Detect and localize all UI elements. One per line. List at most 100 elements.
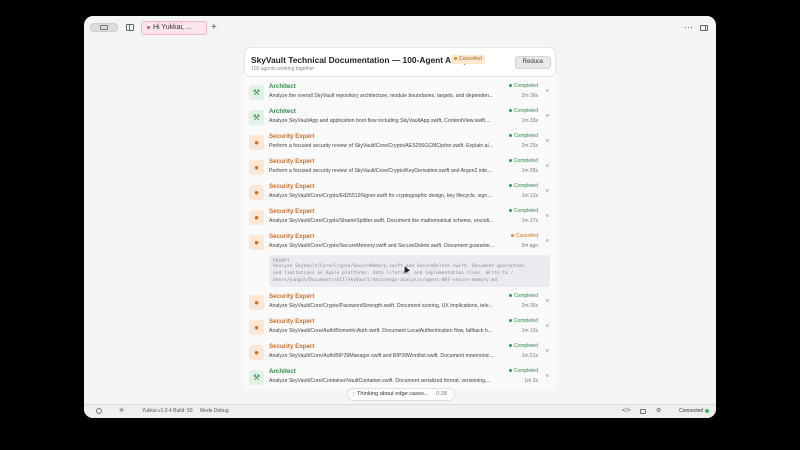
chevron-down-icon[interactable]: ˅ [545,373,549,381]
agent-role: Security Expert [269,293,315,300]
prompt-line: and limitations on Apple platforms, data… [273,271,514,276]
app-window: Hi Yukkai, ... + ··· SkyVault Technical … [84,16,716,418]
card-header: SkyVault Technical Documentation — 100-A… [244,47,556,77]
agent-row[interactable]: ● Security Expert Analyze SkyVault/Core/Cr… [244,205,556,230]
agent-role: Security Expert [269,208,315,215]
agent-status: Completed [508,158,538,164]
agent-status-label: Completed [513,108,538,114]
chevron-down-icon[interactable]: ˅ [545,213,549,221]
chevron-down-icon[interactable]: ˅ [545,138,549,146]
agent-status: Cancelled [510,233,538,239]
status-dot-icon [508,319,512,323]
agent-row[interactable]: ⚒ Architect Analyze SkyVault/Core/Containe… [244,365,556,390]
agent-row[interactable]: ● Security Expert Analyze SkyVault/Core/Au… [244,340,556,365]
agent-duration: 1m 2s [524,378,538,384]
hammer-icon: ⚒ [249,110,264,125]
agent-role: Security Expert [269,183,315,190]
chevron-up-icon[interactable]: ˄ [545,238,549,246]
agent-role: Security Expert [269,318,315,325]
chevron-down-icon[interactable]: ˅ [545,88,549,96]
person-icon: ● [249,235,264,250]
hammer-icon: ⚒ [249,370,264,385]
new-tab-button[interactable]: + [211,21,217,35]
agent-task: Perform a focused security review of Sky… [269,168,492,174]
person-icon: ● [249,210,264,225]
status-dot-icon [508,159,512,163]
agent-task: Analyze SkyVault/Core/Auth/BIP39Manager.… [269,353,494,359]
agent-status-label: Completed [513,208,538,214]
prompt-line: Users/yungsh/Documents/GIT/SkyVault/docs… [273,278,498,283]
agent-row[interactable]: ⚒ Architect Analyze SkyVaultApp and applic… [244,105,556,130]
status-badge-label: Cancelled [459,56,483,62]
agent-status: Completed [508,133,538,139]
app-version: Yukkai v1.0.4 Build: 50 [142,408,193,414]
agent-status: Completed [508,208,538,214]
bug-icon[interactable]: ✲ [119,405,124,418]
chevron-down-icon[interactable]: ˅ [545,348,549,356]
status-circle-icon[interactable] [96,408,102,414]
status-dot-icon [510,234,514,238]
agent-row[interactable]: ⚒ Architect Analyze the overall SkyVault r… [244,80,556,105]
person-icon: ● [249,160,264,175]
sidebar-switcher-button[interactable] [90,23,118,32]
agent-role: Architect [269,108,296,115]
agent-status: Completed [508,318,538,324]
agent-role: Architect [269,368,296,375]
chevron-down-icon[interactable]: ˅ [545,298,549,306]
agent-row[interactable]: ● Security Expert Analyze SkyVault/Core/Cr… [244,180,556,205]
more-options-icon[interactable]: ··· [684,21,693,33]
tab-label: Hi Yukkai, ... [153,24,192,31]
agent-status: Completed [508,293,538,299]
reduce-button[interactable]: Reduce [515,56,551,69]
agent-status-label: Completed [513,343,538,349]
window-icon [100,25,108,30]
status-dot-icon [508,84,512,88]
status-dot-icon [454,57,457,61]
code-icon[interactable]: </> [622,405,631,418]
agent-duration: 1m 33s [521,118,538,124]
person-icon: ● [249,345,264,360]
person-icon: ● [249,185,264,200]
person-icon: ● [249,295,264,310]
status-dot-icon [508,344,512,348]
agent-task: Perform a focused security review of Sky… [269,143,495,149]
build-mode: Mode Debug [200,408,229,414]
gear-icon[interactable]: ⚙ [656,405,661,418]
agent-task: Analyze SkyVault/Core/Crypto/Ed25519Sign… [269,193,492,199]
tab-chat[interactable]: Hi Yukkai, ... [141,21,207,35]
chevron-down-icon[interactable]: ˅ [545,188,549,196]
status-bar: ✲ Yukkai v1.0.4 Build: 50 Mode Debug </>… [84,404,716,418]
person-icon: ● [249,320,264,335]
chevron-down-icon[interactable]: ˅ [545,323,549,331]
agent-duration: 1m 51s [521,353,538,359]
status-dot-icon [508,294,512,298]
status-badge: Cancelled [451,55,486,64]
agent-status: Completed [508,183,538,189]
agent-task: Analyze SkyVault/Core/Crypto/ShamirSplit… [269,218,494,224]
person-icon: ● [249,135,264,150]
agent-status-label: Completed [513,318,538,324]
agent-duration: 2m 36s [521,93,538,99]
agent-duration: 2m 36s [521,303,538,309]
card-subtitle: 100 agents working together [251,66,315,72]
agent-list: ⚒ Architect Analyze the overall SkyVault r… [244,80,556,390]
terminal-icon[interactable] [640,409,646,414]
agent-role: Security Expert [269,158,315,165]
agent-row[interactable]: ● Security Expert Perform a focused securi… [244,155,556,180]
status-dot-icon [508,209,512,213]
chevron-down-icon[interactable]: ˅ [545,163,549,171]
agent-row[interactable]: ● Security Expert Analyze SkyVault/Core/Au… [244,315,556,340]
agent-role: Security Expert [269,233,315,240]
agent-duration: 2m 25s [521,143,538,149]
chevron-down-icon[interactable]: ˅ [545,113,549,121]
sidebar-toggle-icon[interactable] [126,24,134,31]
status-dot-icon [508,134,512,138]
thinking-text: Thinking about edge cases... [357,391,429,397]
prompt-label: PROMPT [273,258,290,263]
tab-dot-icon [147,25,150,29]
agent-row[interactable]: ● Security Expert Perform a focused securi… [244,130,556,155]
right-panel-toggle-icon[interactable] [700,25,708,31]
agent-duration: 3m ago [521,243,538,249]
agent-row[interactable]: ● Security Expert Analyze SkyVault/Core/Cr… [244,290,556,315]
agent-row[interactable]: ● Security Expert Analyze SkyVault/Core/Cr… [244,230,556,255]
